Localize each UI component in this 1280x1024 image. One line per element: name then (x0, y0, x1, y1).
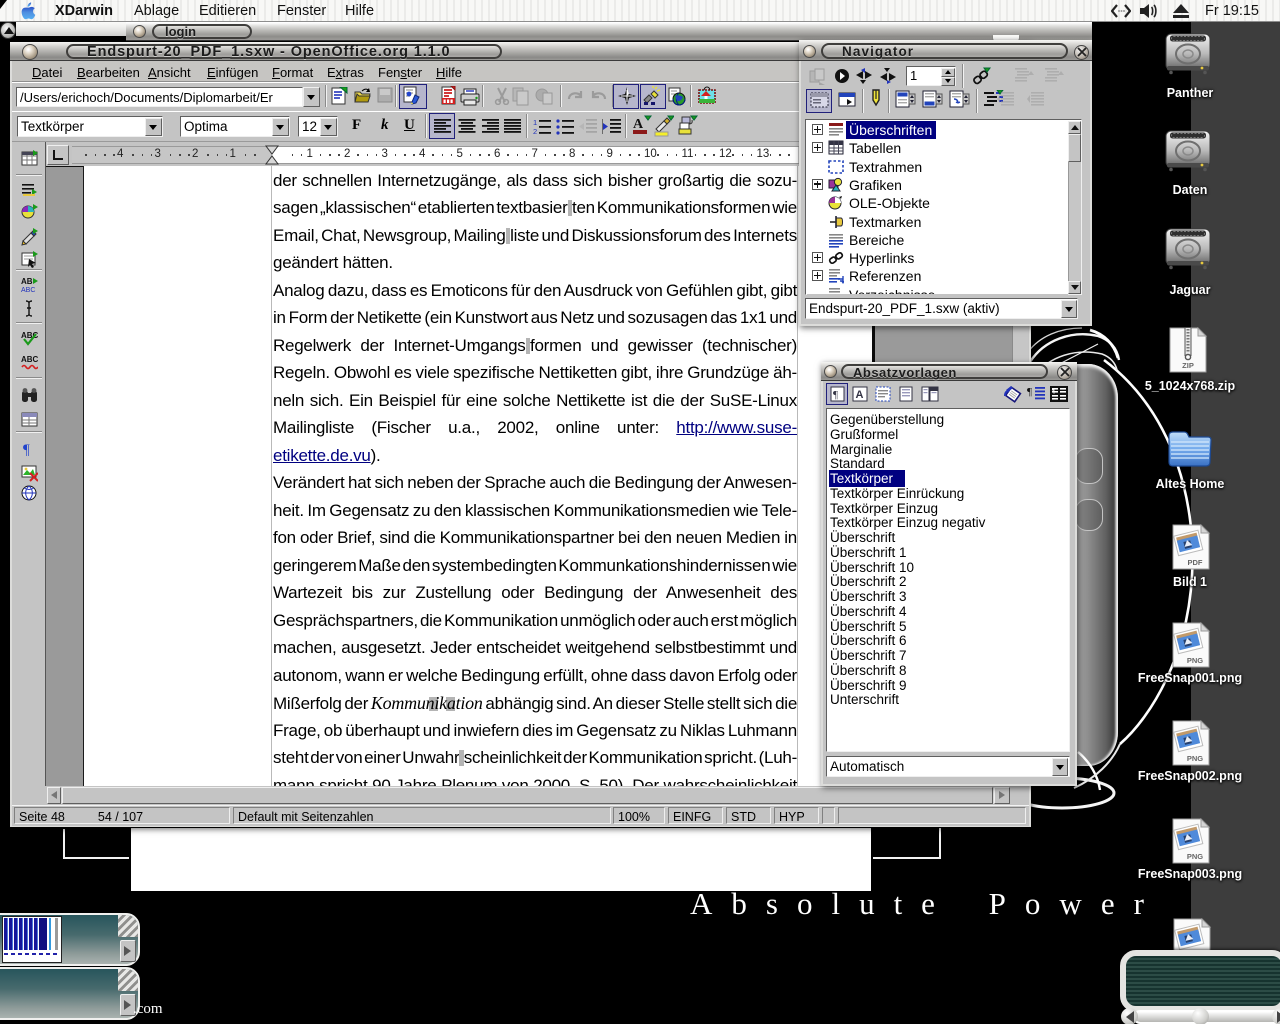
svg-text:PNG: PNG (1187, 656, 1203, 665)
svg-text:PDF: PDF (1188, 558, 1203, 567)
svg-text:PNG: PNG (1187, 754, 1203, 763)
svg-text:2: 2 (533, 127, 537, 135)
svg-text:AB: AB (21, 277, 33, 286)
svg-text:ABC: ABC (21, 287, 35, 294)
svg-text:¶: ¶ (833, 389, 838, 401)
svg-text:¶: ¶ (23, 442, 30, 458)
svg-text:PNG: PNG (1187, 852, 1203, 861)
svg-text:ZIP: ZIP (1182, 361, 1194, 370)
svg-text:ABC: ABC (21, 355, 38, 364)
svg-text:¶: ¶ (1027, 386, 1032, 398)
svg-text:A: A (633, 117, 644, 132)
svg-text:1: 1 (533, 118, 537, 127)
svg-text:A: A (856, 389, 864, 401)
